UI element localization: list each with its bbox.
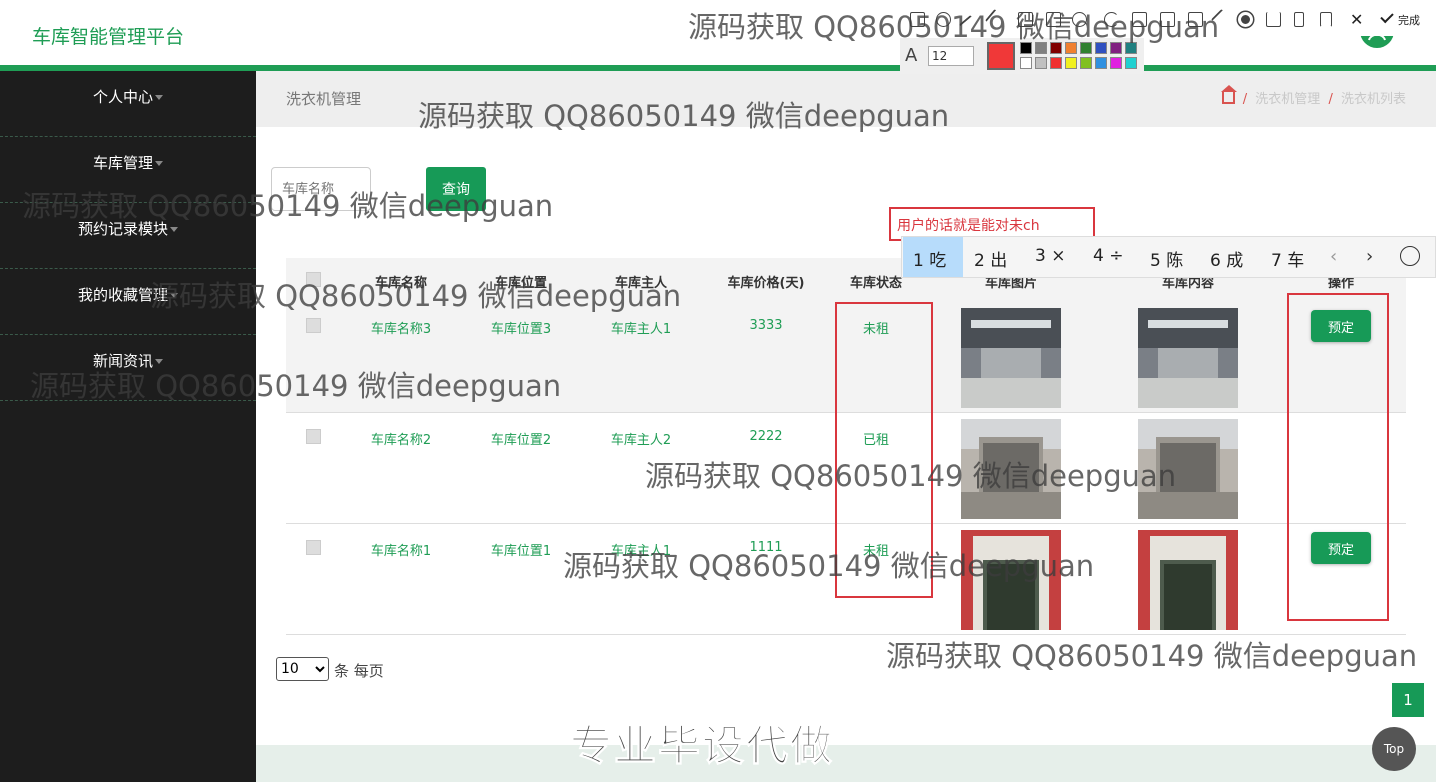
- ime-candidate[interactable]: 3 ×: [1035, 246, 1065, 266]
- font-size-select[interactable]: 12: [928, 46, 974, 66]
- garage-owner: 车库主人1: [610, 322, 672, 337]
- color-swatch[interactable]: [1065, 57, 1077, 69]
- color-swatch[interactable]: [1110, 57, 1122, 69]
- breadcrumb-item: 洗衣机列表: [1340, 92, 1406, 107]
- sidebar: 个人中心 车库管理 预约记录模块 我的收藏管理 新闻资讯: [0, 71, 256, 782]
- ime-candidate[interactable]: 6 成: [1210, 246, 1243, 271]
- ime-candidate[interactable]: 5 陈: [1150, 246, 1183, 271]
- page-title: 洗衣机管理: [286, 90, 362, 108]
- app-title: 车库智能管理平台: [32, 26, 185, 48]
- watermark: 源码获取 QQ86050149 微信deepguan: [688, 10, 1220, 44]
- garage-location: 车库位置2: [490, 433, 552, 448]
- garage-location: 车库位置3: [490, 322, 552, 337]
- sidebar-item-personal-center[interactable]: 个人中心: [0, 71, 256, 137]
- bookmark-icon[interactable]: [1320, 12, 1332, 27]
- ime-prev-icon[interactable]: ‹: [1330, 246, 1337, 267]
- ime-candidate[interactable]: 4 ÷: [1093, 246, 1123, 266]
- column-header: 车库价格(天): [727, 276, 805, 291]
- watermark: 源码获取 QQ86050149 微信deepguan: [886, 639, 1418, 673]
- row-checkbox[interactable]: [306, 429, 321, 444]
- garage-price: 2222: [749, 429, 783, 444]
- watermark: 源码获取 QQ86050149 微信deepguan: [30, 369, 562, 403]
- action-column-highlight: [1287, 293, 1389, 621]
- record-icon[interactable]: [1238, 12, 1253, 27]
- color-swatch[interactable]: [1050, 57, 1062, 69]
- caret-down-icon: [155, 95, 163, 100]
- garage-content-image: [1138, 530, 1238, 630]
- row-checkbox[interactable]: [306, 540, 321, 555]
- watermark: 源码获取 QQ86050149 微信deepguan: [563, 549, 1095, 583]
- phone-icon[interactable]: [1294, 12, 1304, 27]
- caret-down-icon: [155, 161, 163, 166]
- watermark: 源码获取 QQ86050149 微信deepguan: [150, 279, 682, 313]
- footer-band: [256, 745, 1436, 782]
- garage-image: [961, 308, 1061, 408]
- garage-content-image: [1138, 308, 1238, 408]
- current-color-swatch[interactable]: [987, 42, 1015, 70]
- ime-candidate[interactable]: 1 吃: [913, 246, 946, 271]
- done-button[interactable]: 完成: [1398, 12, 1420, 28]
- sidebar-item-label: 车库管理: [92, 154, 153, 172]
- breadcrumb: / 洗衣机管理 / 洗衣机列表: [1220, 85, 1406, 107]
- color-swatch[interactable]: [1095, 57, 1107, 69]
- ime-candidate[interactable]: 2 出: [974, 246, 1007, 271]
- per-page-label: 条 每页: [334, 662, 384, 680]
- home-icon[interactable]: [1220, 85, 1237, 104]
- watermark: 源码获取 QQ86050149 微信deepguan: [645, 459, 1177, 493]
- color-swatch[interactable]: [1125, 57, 1137, 69]
- sidebar-item-label: 个人中心: [92, 88, 153, 106]
- ime-next-icon[interactable]: ›: [1366, 246, 1373, 267]
- row-checkbox[interactable]: [306, 318, 321, 333]
- page-size-select[interactable]: 10: [276, 657, 329, 681]
- download-icon[interactable]: [1266, 12, 1281, 27]
- emoji-icon[interactable]: [1400, 246, 1420, 266]
- page-number-button[interactable]: 1: [1392, 683, 1424, 717]
- breadcrumb-item[interactable]: 洗衣机管理: [1255, 92, 1320, 107]
- watermark: 源码获取 QQ86050149 微信deepguan: [418, 99, 950, 133]
- font-icon: A: [905, 45, 918, 66]
- back-to-top-button[interactable]: Top: [1372, 727, 1416, 771]
- promo-banner: 专业毕设代做: [569, 721, 835, 771]
- caret-down-icon: [170, 227, 178, 232]
- color-swatch[interactable]: [1035, 57, 1047, 69]
- close-icon[interactable]: ✕: [1350, 10, 1363, 29]
- garage-name: 车库名称1: [370, 544, 432, 559]
- garage-owner: 车库主人2: [610, 433, 672, 448]
- garage-location: 车库位置1: [490, 544, 552, 559]
- watermark: 源码获取 QQ86050149 微信deepguan: [22, 189, 554, 223]
- garage-name: 车库名称3: [370, 322, 432, 337]
- color-swatch[interactable]: [1080, 57, 1092, 69]
- ime-candidate[interactable]: 7 车: [1271, 246, 1304, 271]
- garage-price: 3333: [749, 318, 783, 333]
- color-swatch[interactable]: [1020, 57, 1032, 69]
- garage-name: 车库名称2: [370, 433, 432, 448]
